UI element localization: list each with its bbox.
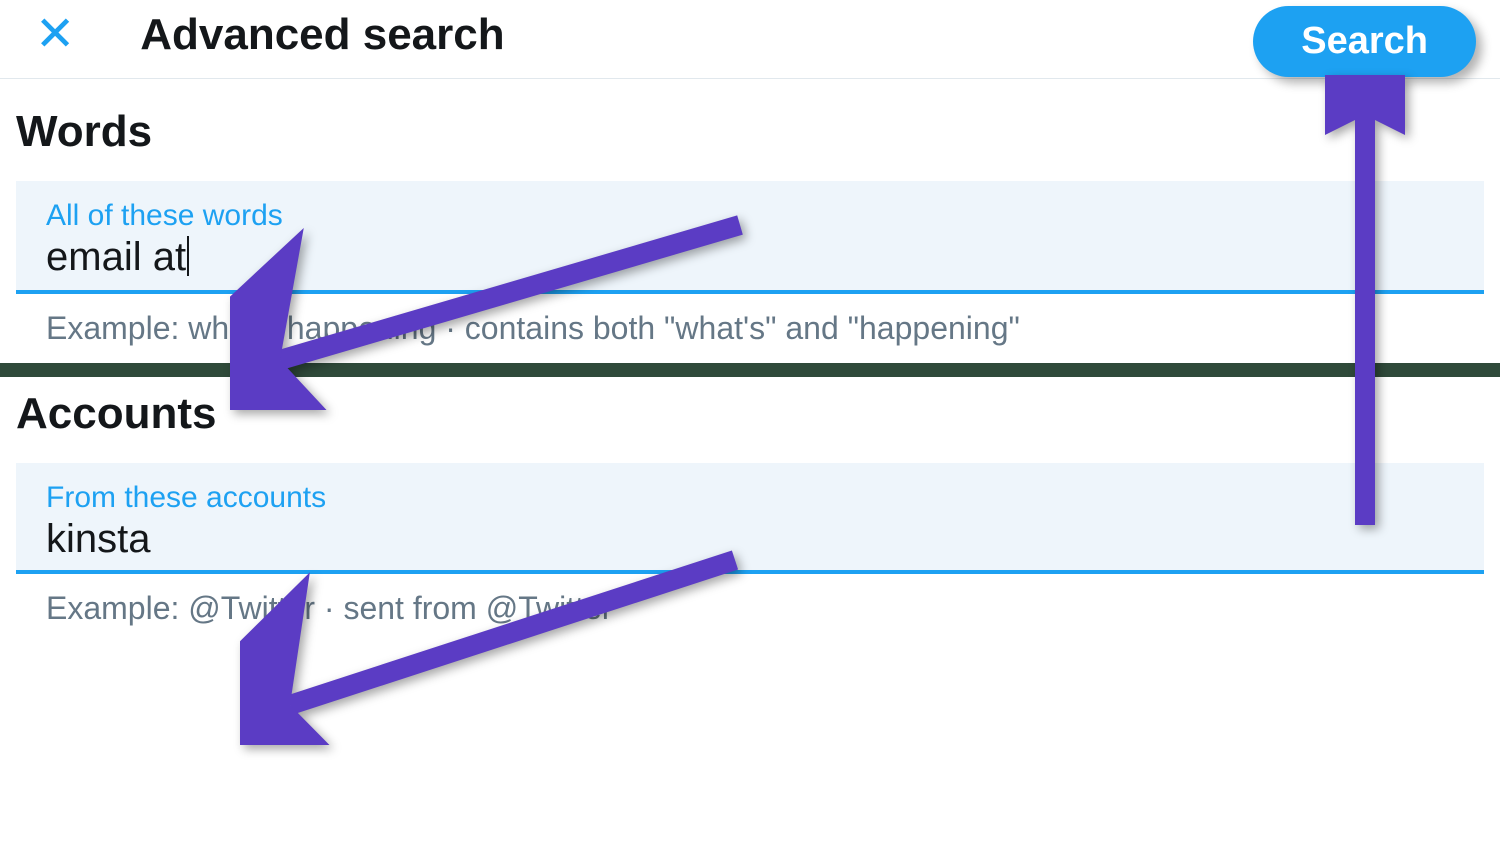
all-words-input[interactable]: All of these words email at — [16, 181, 1484, 294]
all-words-example: Example: what's happening · contains bot… — [16, 294, 1484, 363]
from-accounts-example: Example: @Twitter · sent from @Twitter — [16, 574, 1484, 643]
close-icon[interactable]: ✕ — [35, 11, 75, 59]
section-title-accounts: Accounts — [0, 389, 1500, 463]
search-button[interactable]: Search — [1253, 6, 1476, 77]
section-accounts: Accounts From these accounts kinsta Exam… — [0, 377, 1500, 643]
all-words-text: email at — [46, 235, 186, 279]
header: ✕ Advanced search Search — [0, 0, 1500, 79]
from-accounts-value: kinsta — [46, 517, 151, 562]
from-accounts-label: From these accounts — [46, 481, 1449, 515]
section-divider — [0, 363, 1500, 377]
all-words-label: All of these words — [46, 199, 1449, 233]
page-title: Advanced search — [140, 10, 504, 60]
text-cursor — [187, 236, 189, 276]
section-title-words: Words — [0, 107, 1500, 181]
section-words: Words All of these words email at Exampl… — [0, 79, 1500, 363]
all-words-value: email at — [46, 235, 189, 282]
from-accounts-input[interactable]: From these accounts kinsta — [16, 463, 1484, 574]
